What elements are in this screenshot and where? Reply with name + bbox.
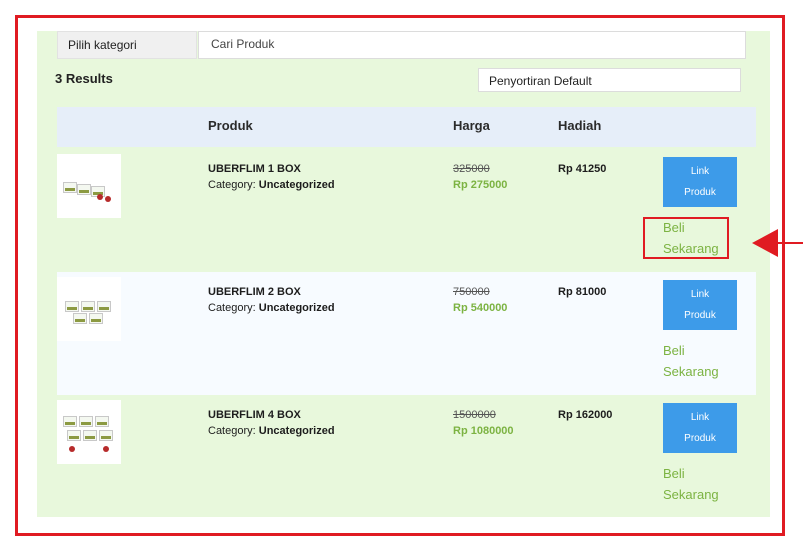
product-image: [57, 277, 121, 341]
results-count: 3 Results: [55, 71, 113, 86]
annotation-highlight-box: [643, 217, 729, 259]
table-row: UBERFLIM 2 BOX Category: Uncategorized 7…: [57, 272, 756, 395]
table-header: Produk Harga Hadiah: [57, 107, 756, 147]
column-header-reward: Hadiah: [558, 118, 602, 133]
original-price: 1500000: [453, 409, 496, 421]
sale-price: Rp 1080000: [453, 425, 514, 437]
buy-now-link[interactable]: Beli Sekarang: [663, 463, 719, 505]
annotation-arrow-shaft: [776, 242, 803, 244]
product-category: Category: Uncategorized: [208, 302, 335, 314]
sale-price: Rp 540000: [453, 302, 508, 314]
product-name[interactable]: UBERFLIM 2 BOX: [208, 286, 301, 298]
sale-price: Rp 275000: [453, 179, 508, 191]
category-select[interactable]: Pilih kategori: [57, 31, 197, 59]
product-table-panel: Pilih kategori Cari Produk 3 Results Pen…: [37, 31, 770, 517]
reward-amount: Rp 41250: [558, 163, 607, 175]
product-image: [57, 400, 121, 464]
filter-bar: Pilih kategori Cari Produk: [37, 31, 770, 59]
buy-now-link[interactable]: Beli Sekarang: [663, 340, 719, 382]
sort-select[interactable]: Penyortiran Default: [478, 68, 741, 92]
reward-amount: Rp 81000: [558, 286, 607, 298]
link-product-button[interactable]: Link Produk: [663, 157, 737, 207]
search-input[interactable]: Cari Produk: [198, 31, 746, 59]
column-header-price: Harga: [453, 118, 490, 133]
product-name[interactable]: UBERFLIM 4 BOX: [208, 409, 301, 421]
product-image: [57, 154, 121, 218]
column-header-product: Produk: [208, 118, 253, 133]
original-price: 750000: [453, 286, 490, 298]
reward-amount: Rp 162000: [558, 409, 613, 421]
link-product-button[interactable]: Link Produk: [663, 280, 737, 330]
product-name[interactable]: UBERFLIM 1 BOX: [208, 163, 301, 175]
annotation-arrow-icon: [752, 229, 778, 257]
original-price: 325000: [453, 163, 490, 175]
product-category: Category: Uncategorized: [208, 425, 335, 437]
link-product-button[interactable]: Link Produk: [663, 403, 737, 453]
product-category: Category: Uncategorized: [208, 179, 335, 191]
table-row: UBERFLIM 4 BOX Category: Uncategorized 1…: [57, 395, 756, 518]
